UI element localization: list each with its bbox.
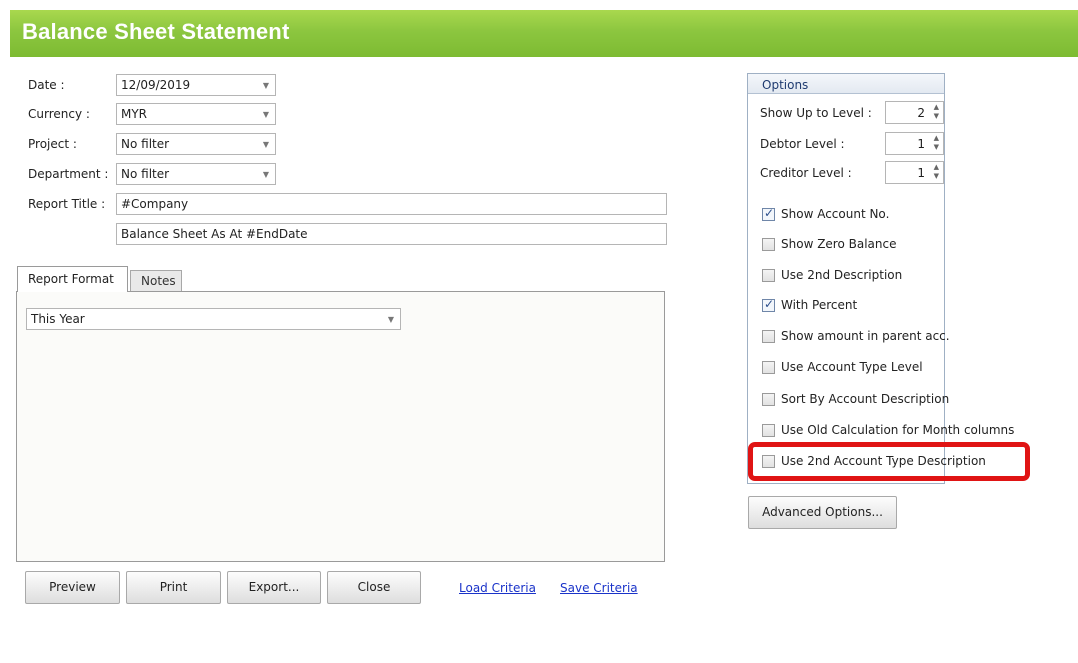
- option-label: Show Account No.: [781, 207, 890, 221]
- show-up-to-level-label: Show Up to Level :: [760, 106, 872, 120]
- report-format-value: This Year: [31, 312, 85, 326]
- creditor-level-label: Creditor Level :: [760, 166, 852, 180]
- currency-value: MYR: [121, 107, 148, 121]
- date-label: Date :: [28, 78, 65, 92]
- checkbox-icon[interactable]: [762, 361, 775, 374]
- option-label: Sort By Account Description: [781, 392, 950, 406]
- debtor-level-spinner[interactable]: 1 ▲ ▼: [885, 132, 944, 155]
- currency-combo[interactable]: MYR ▼: [116, 103, 276, 125]
- department-value: No filter: [121, 167, 170, 181]
- export-button[interactable]: Export...: [227, 571, 321, 604]
- debtor-level-value: 1: [917, 137, 925, 151]
- options-header: Options: [748, 74, 944, 94]
- debtor-level-label: Debtor Level :: [760, 137, 845, 151]
- chevron-down-icon[interactable]: ▼: [263, 110, 269, 119]
- option-label: Use Account Type Level: [781, 360, 923, 374]
- report-title-label: Report Title :: [28, 197, 106, 211]
- save-criteria-link[interactable]: Save Criteria: [560, 581, 638, 595]
- chevron-down-icon[interactable]: ▼: [263, 170, 269, 179]
- project-value: No filter: [121, 137, 170, 151]
- creditor-level-spinner[interactable]: 1 ▲ ▼: [885, 161, 944, 184]
- show-up-to-level-value: 2: [917, 106, 925, 120]
- highlight-annotation: [748, 442, 1030, 481]
- show-up-to-level-spinner[interactable]: 2 ▲ ▼: [885, 101, 944, 124]
- option-label: With Percent: [781, 298, 858, 312]
- checkbox-icon[interactable]: [762, 330, 775, 343]
- tab-notes[interactable]: Notes: [130, 270, 182, 292]
- report-format-panel: This Year ▼: [16, 291, 665, 562]
- department-combo[interactable]: No filter ▼: [116, 163, 276, 185]
- preview-button[interactable]: Preview: [25, 571, 120, 604]
- title-bar: Balance Sheet Statement: [10, 10, 1078, 57]
- report-format-combo[interactable]: This Year ▼: [26, 308, 401, 330]
- option-label: Use Old Calculation for Month columns: [781, 423, 1015, 437]
- chevron-down-icon[interactable]: ▼: [388, 315, 394, 324]
- spinner-arrows-icon[interactable]: ▲ ▼: [934, 134, 939, 152]
- date-combo[interactable]: 12/09/2019 ▼: [116, 74, 276, 96]
- checkbox-icon[interactable]: [762, 393, 775, 406]
- report-title-line1: #Company: [121, 197, 189, 211]
- checkbox-checked-icon[interactable]: ✓: [762, 206, 775, 221]
- option-label: Use 2nd Description: [781, 268, 903, 282]
- report-title-input-2[interactable]: Balance Sheet As At #EndDate: [116, 223, 667, 245]
- currency-label: Currency :: [28, 107, 90, 121]
- option-label: Show amount in parent acc.: [781, 329, 950, 343]
- load-criteria-link[interactable]: Load Criteria: [459, 581, 536, 595]
- report-title-line2: Balance Sheet As At #EndDate: [121, 227, 308, 241]
- spinner-arrows-icon[interactable]: ▲ ▼: [934, 103, 939, 121]
- option-label: Show Zero Balance: [781, 237, 897, 251]
- close-button[interactable]: Close: [327, 571, 421, 604]
- options-title: Options: [762, 78, 809, 92]
- chevron-down-icon[interactable]: ▼: [263, 140, 269, 149]
- department-label: Department :: [28, 167, 109, 181]
- creditor-level-value: 1: [917, 166, 925, 180]
- options-panel: Options Show Up to Level : 2 ▲ ▼ Debtor L…: [747, 73, 1014, 484]
- print-button[interactable]: Print: [126, 571, 221, 604]
- project-label: Project :: [28, 137, 77, 151]
- spinner-arrows-icon[interactable]: ▲ ▼: [934, 163, 939, 181]
- checkbox-checked-icon[interactable]: ✓: [762, 297, 775, 312]
- window-title: Balance Sheet Statement: [22, 19, 290, 44]
- advanced-options-button[interactable]: Advanced Options...: [748, 496, 897, 529]
- report-title-input-1[interactable]: #Company: [116, 193, 667, 215]
- checkbox-icon[interactable]: [762, 424, 775, 437]
- chevron-down-icon[interactable]: ▼: [263, 81, 269, 90]
- checkbox-icon[interactable]: [762, 269, 775, 282]
- checkbox-icon[interactable]: [762, 238, 775, 251]
- date-value: 12/09/2019: [121, 78, 191, 92]
- project-combo[interactable]: No filter ▼: [116, 133, 276, 155]
- tab-report-format[interactable]: Report Format: [17, 266, 128, 292]
